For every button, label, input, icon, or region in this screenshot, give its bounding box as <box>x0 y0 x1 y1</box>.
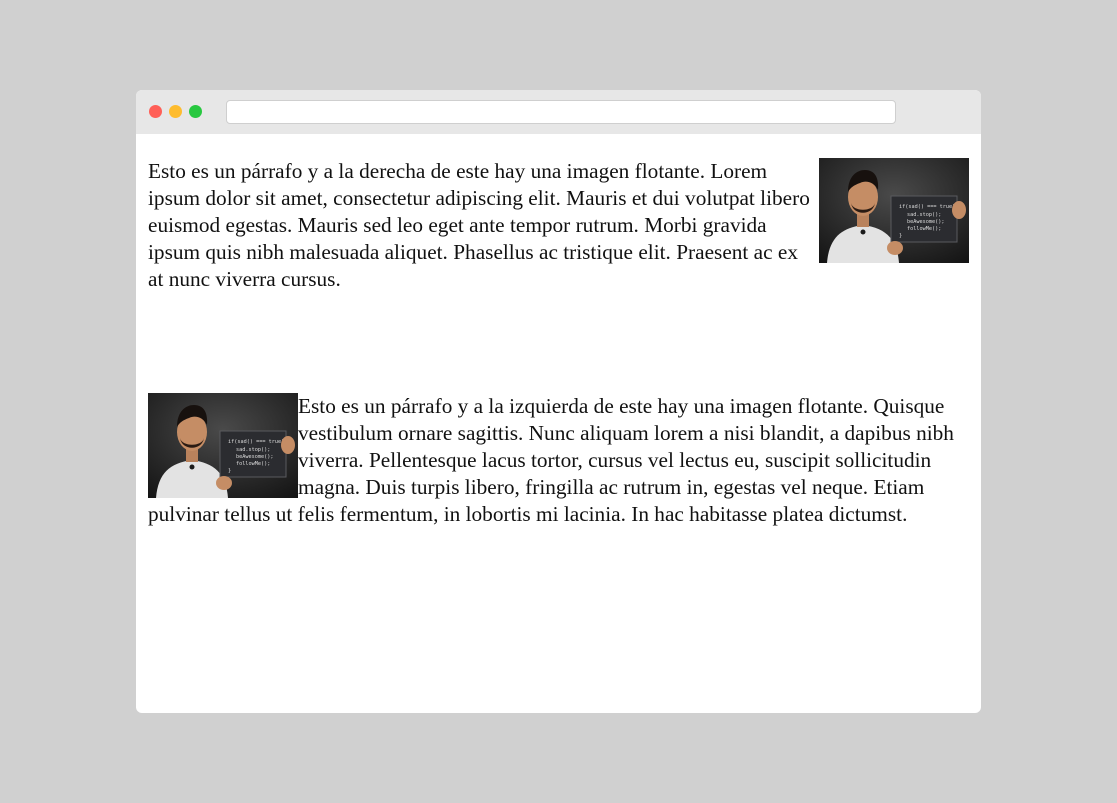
chalkboard-line-5: } <box>228 468 231 474</box>
address-bar[interactable] <box>226 100 896 124</box>
chalkboard-line-4: followMe(); <box>907 226 941 232</box>
paragraph-block-right-image: if(sad() === true) { sad.stop(); beAweso… <box>148 158 969 393</box>
chalkboard-line-4: followMe(); <box>236 461 270 467</box>
title-bar <box>136 90 981 134</box>
minimize-window-button[interactable] <box>169 105 182 118</box>
chalkboard-line-3: beAwesome(); <box>236 454 273 460</box>
close-window-button[interactable] <box>149 105 162 118</box>
chalkboard-line-2: sad.stop(); <box>907 212 941 218</box>
maximize-window-button[interactable] <box>189 105 202 118</box>
paragraph-block-left-image: if(sad() === true) { sad.stop(); beAweso… <box>148 393 969 528</box>
browser-window: if(sad() === true) { sad.stop(); beAweso… <box>136 90 981 713</box>
page-content: if(sad() === true) { sad.stop(); beAweso… <box>148 158 969 528</box>
person-holding-chalkboard-image: if(sad() === true) { sad.stop(); beAweso… <box>819 158 969 263</box>
floating-image-right: if(sad() === true) { sad.stop(); beAweso… <box>819 158 969 263</box>
chalkboard-line-5: } <box>899 233 902 239</box>
person-holding-chalkboard-image: if(sad() === true) { sad.stop(); beAweso… <box>148 393 298 498</box>
chalkboard-line-2: sad.stop(); <box>236 447 270 453</box>
chalkboard-line-3: beAwesome(); <box>907 219 944 225</box>
floating-image-left: if(sad() === true) { sad.stop(); beAweso… <box>148 393 298 498</box>
